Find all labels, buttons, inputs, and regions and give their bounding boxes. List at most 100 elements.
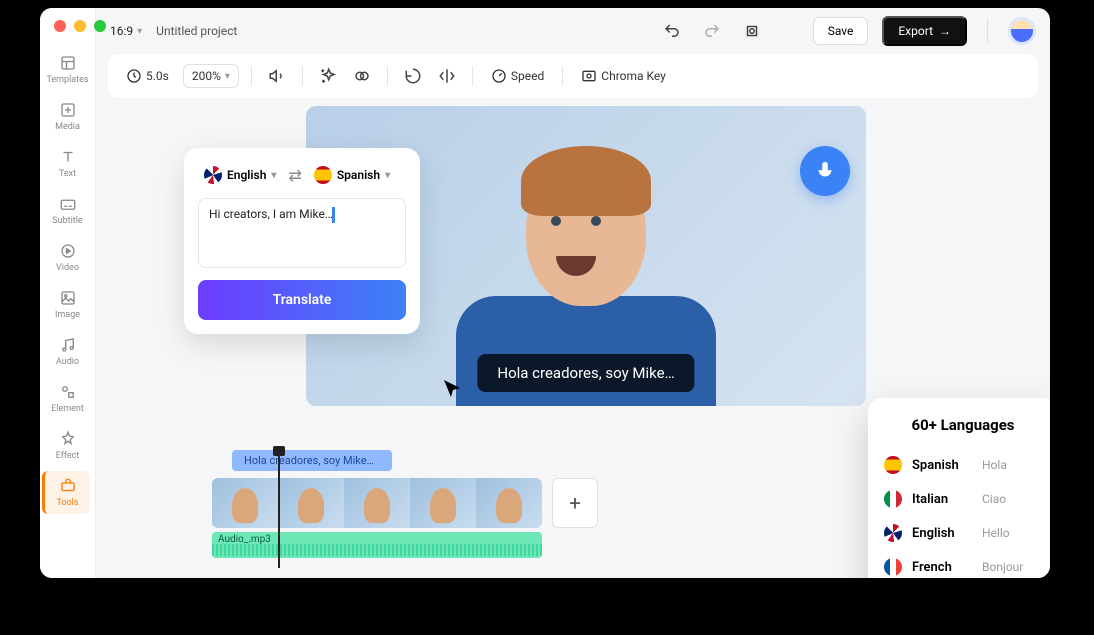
target-lang-label: Spanish <box>337 168 380 182</box>
sidebar-label: Tools <box>56 498 78 508</box>
project-title[interactable]: Untitled project <box>156 24 237 38</box>
chevron-down-icon: ▾ <box>271 170 276 181</box>
lang-greeting: Hello <box>982 526 1010 540</box>
app-window: Templates Media Text Subtitle Video Imag… <box>40 8 1050 578</box>
top-bar: 16:9 ▾ Untitled project Save Export → <box>96 8 1050 54</box>
zoom-value: 200% <box>192 69 221 83</box>
add-clip-button[interactable]: + <box>552 478 598 528</box>
translate-panel: English ▾ ⇄ Spanish ▾ Hi creators, I am … <box>184 148 420 334</box>
export-label: Export <box>898 24 933 38</box>
cursor-icon <box>440 378 464 402</box>
sidebar-label: Image <box>55 310 80 320</box>
swap-languages-button[interactable]: ⇄ <box>288 166 301 185</box>
text-icon <box>59 148 77 166</box>
duration-value: 5.0s <box>146 69 169 83</box>
source-lang-label: English <box>227 168 266 182</box>
input-text-value: Hi creators, I am Mike… <box>209 207 333 221</box>
maximize-window[interactable] <box>94 20 106 32</box>
aspect-value: 16:9 <box>110 24 133 38</box>
sidebar-item-tools[interactable]: Tools <box>42 471 90 514</box>
sidebar-item-effect[interactable]: Effect <box>44 424 92 467</box>
sidebar-item-text[interactable]: Text <box>44 142 92 185</box>
it-flag-icon <box>884 490 902 508</box>
translate-button[interactable]: Translate <box>198 280 406 320</box>
lang-name: English <box>912 526 972 541</box>
video-icon <box>59 242 77 260</box>
sidebar-item-subtitle[interactable]: Subtitle <box>44 189 92 232</box>
sidebar-item-video[interactable]: Video <box>44 236 92 279</box>
close-window[interactable] <box>54 20 66 32</box>
fr-flag-icon <box>884 558 902 576</box>
minimize-window[interactable] <box>74 20 86 32</box>
sidebar-item-audio[interactable]: Audio <box>44 330 92 373</box>
caption-clip[interactable]: Hola creadores, soy Mike… <box>232 450 392 471</box>
chevron-down-icon: ▾ <box>385 170 390 181</box>
element-icon <box>59 383 77 401</box>
crop-button[interactable] <box>739 18 765 44</box>
languages-title: 60+ Languages <box>884 416 1042 434</box>
rotate-button[interactable] <box>400 63 426 89</box>
image-icon <box>59 289 77 307</box>
language-item-french[interactable]: French Bonjour <box>884 550 1042 578</box>
spain-flag-icon <box>314 166 332 184</box>
undo-button[interactable] <box>659 18 685 44</box>
uk-flag-icon <box>204 166 222 184</box>
speed-label: Speed <box>511 69 544 83</box>
microphone-icon <box>814 160 836 182</box>
language-item-italian[interactable]: Italian Ciao <box>884 482 1042 516</box>
source-language-selector[interactable]: English ▾ <box>198 162 282 188</box>
chroma-key-button[interactable]: Chroma Key <box>575 64 672 88</box>
lang-greeting: Hola <box>982 458 1007 472</box>
chevron-down-icon: ▾ <box>137 26 142 37</box>
arrow-right-icon: → <box>939 24 951 38</box>
es-flag-icon <box>884 456 902 474</box>
video-clip[interactable] <box>212 478 542 528</box>
uk-flag-icon <box>884 524 902 542</box>
enhance-button[interactable] <box>315 63 341 89</box>
zoom-selector[interactable]: 200%▾ <box>183 64 239 88</box>
subtitle-icon <box>59 195 77 213</box>
lang-greeting: Ciao <box>982 492 1006 506</box>
sidebar-item-media[interactable]: Media <box>44 95 92 138</box>
language-item-english[interactable]: English Hello <box>884 516 1042 550</box>
translate-text-input[interactable]: Hi creators, I am Mike… <box>198 198 406 268</box>
sidebar-label: Templates <box>46 75 88 85</box>
color-button[interactable] <box>349 63 375 89</box>
flip-button[interactable] <box>434 63 460 89</box>
media-icon <box>59 101 77 119</box>
sidebar-label: Audio <box>56 357 79 367</box>
left-sidebar: Templates Media Text Subtitle Video Imag… <box>40 8 96 578</box>
editor-toolbar: 5.0s 200%▾ Speed Chroma Key <box>108 54 1038 98</box>
lang-name: Italian <box>912 492 972 507</box>
sidebar-label: Media <box>55 122 80 132</box>
target-language-selector[interactable]: Spanish ▾ <box>308 162 396 188</box>
export-button[interactable]: Export → <box>882 16 967 46</box>
sidebar-label: Video <box>56 263 79 273</box>
languages-panel: 60+ Languages Spanish Hola Italian Ciao Engl… <box>868 398 1050 578</box>
sidebar-label: Element <box>51 404 84 414</box>
effect-icon <box>59 430 77 448</box>
lang-name: Spanish <box>912 458 972 473</box>
redo-button[interactable] <box>699 18 725 44</box>
sidebar-label: Subtitle <box>52 216 82 226</box>
playhead[interactable] <box>278 448 280 568</box>
sidebar-item-templates[interactable]: Templates <box>44 48 92 91</box>
audio-icon <box>59 336 77 354</box>
microphone-button[interactable] <box>800 146 850 196</box>
subtitle-overlay: Hola creadores, soy Mike… <box>477 354 694 392</box>
user-avatar[interactable] <box>1008 17 1036 45</box>
volume-button[interactable] <box>264 63 290 89</box>
speed-button[interactable]: Speed <box>485 64 550 88</box>
duration-display[interactable]: 5.0s <box>120 64 175 88</box>
sidebar-item-element[interactable]: Element <box>44 377 92 420</box>
lang-name: French <box>912 560 972 575</box>
tools-icon <box>59 477 77 495</box>
lang-greeting: Bonjour <box>982 560 1023 574</box>
save-button[interactable]: Save <box>813 17 869 45</box>
audio-clip[interactable]: Audio_.mp3 <box>212 532 542 558</box>
sidebar-label: Text <box>59 169 76 179</box>
aspect-ratio-selector[interactable]: 16:9 ▾ <box>110 24 142 38</box>
sidebar-item-image[interactable]: Image <box>44 283 92 326</box>
chroma-label: Chroma Key <box>601 69 666 83</box>
language-item-spanish[interactable]: Spanish Hola <box>884 448 1042 482</box>
